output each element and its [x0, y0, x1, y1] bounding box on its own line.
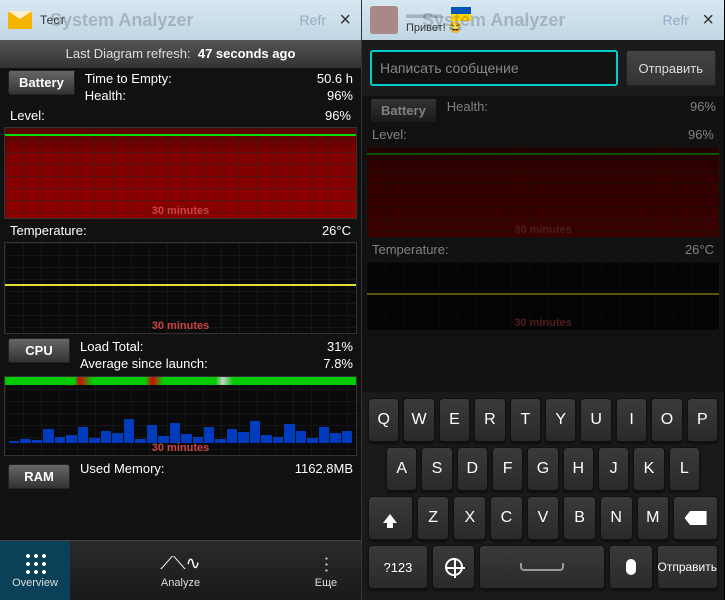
- chat-topbar: System Analyzer ▬▬▬ Привет! 😂 Refr ×: [362, 0, 724, 40]
- time-empty-value: 50.6 h: [317, 70, 353, 87]
- key-j[interactable]: J: [598, 447, 629, 491]
- key-v[interactable]: V: [527, 496, 560, 540]
- battery-tab: Battery: [370, 98, 437, 123]
- load-label: Load Total:: [80, 338, 143, 355]
- avatar: [370, 6, 398, 34]
- key-s[interactable]: S: [421, 447, 452, 491]
- load-value: 31%: [327, 338, 353, 355]
- ram-section: RAM Used Memory: 1162.8MB: [0, 458, 361, 491]
- memory-label: Used Memory:: [80, 460, 165, 477]
- cpu-tab[interactable]: CPU: [8, 338, 70, 363]
- battery-tab[interactable]: Battery: [8, 70, 75, 95]
- cpu-section: CPU Load Total: 31% Average since launch:…: [0, 336, 361, 374]
- key-b[interactable]: B: [563, 496, 596, 540]
- key-shift[interactable]: [368, 496, 413, 540]
- notification-bar: System Analyzer Тест Refr ×: [0, 0, 361, 40]
- key-d[interactable]: D: [457, 447, 488, 491]
- key-g[interactable]: G: [527, 447, 558, 491]
- temperature-value: 26°C: [322, 223, 351, 238]
- avg-value: 7.8%: [323, 355, 353, 372]
- message-input[interactable]: [370, 50, 618, 86]
- battery-section: Battery Time to Empty: 50.6 h Health: 96%: [0, 68, 361, 106]
- right-pane: System Analyzer ▬▬▬ Привет! 😂 Refr × Отп…: [362, 0, 724, 600]
- key-a[interactable]: A: [386, 447, 417, 491]
- left-pane: System Analyzer Тест Refr × Last Diagram…: [0, 0, 362, 600]
- temperature-chart-r: 30 minutes: [366, 261, 720, 331]
- close-icon[interactable]: ×: [339, 9, 351, 32]
- temperature-label: Temperature:: [10, 223, 87, 238]
- mail-icon: [8, 11, 32, 29]
- mic-icon: [626, 559, 636, 575]
- nav-more[interactable]: ⋯Еще: [291, 541, 361, 600]
- key-w[interactable]: W: [403, 398, 434, 442]
- key-y[interactable]: Y: [545, 398, 576, 442]
- key-t[interactable]: T: [510, 398, 541, 442]
- avg-label: Average since launch:: [80, 355, 208, 372]
- cpu-chart: 30 minutes: [4, 376, 357, 456]
- time-empty-label: Time to Empty:: [85, 70, 172, 87]
- key-x[interactable]: X: [453, 496, 486, 540]
- app-title-bg: System Analyzer: [422, 10, 565, 31]
- analyze-icon: ⟋⟍∿: [160, 553, 200, 574]
- key-h[interactable]: H: [563, 447, 594, 491]
- level-label: Level:: [10, 108, 45, 123]
- key-i[interactable]: I: [616, 398, 647, 442]
- send-button[interactable]: Отправить: [626, 50, 716, 86]
- health-value: 96%: [327, 87, 353, 104]
- refresh-hint: Refr: [663, 12, 689, 28]
- nav-analyze[interactable]: ⟋⟍∿Analyze: [70, 541, 291, 600]
- globe-icon: [445, 558, 463, 576]
- grid-icon: [24, 552, 46, 574]
- level-value: 96%: [325, 108, 351, 123]
- key-k[interactable]: K: [633, 447, 664, 491]
- key-send[interactable]: Отправить: [657, 545, 719, 589]
- app-title-bg: System Analyzer: [50, 10, 193, 31]
- close-icon[interactable]: ×: [702, 9, 714, 32]
- key-q[interactable]: Q: [368, 398, 399, 442]
- key-n[interactable]: N: [600, 496, 633, 540]
- key-z[interactable]: Z: [417, 496, 450, 540]
- refresh-strip: Last Diagram refresh: 47 seconds ago: [0, 40, 361, 68]
- more-icon: ⋯: [316, 555, 337, 571]
- backspace-icon: [685, 511, 707, 525]
- keyboard: QWERTYUIOP ASDFGHJKL ZXCVBNM ?123 Отправ…: [362, 392, 724, 600]
- memory-value: 1162.8MB: [295, 460, 353, 477]
- key-m[interactable]: M: [637, 496, 670, 540]
- compose-bar: Отправить: [362, 40, 724, 96]
- bottom-nav: Overview ⟋⟍∿Analyze ⋯Еще: [0, 540, 361, 600]
- key-e[interactable]: E: [439, 398, 470, 442]
- key-l[interactable]: L: [669, 447, 700, 491]
- key-symbols[interactable]: ?123: [368, 545, 428, 589]
- battery-chart: 30 minutes: [4, 127, 357, 219]
- key-c[interactable]: C: [490, 496, 523, 540]
- shift-icon: [383, 514, 397, 523]
- key-u[interactable]: U: [580, 398, 611, 442]
- battery-chart-r: 30 minutes: [366, 146, 720, 238]
- nav-overview[interactable]: Overview: [0, 541, 70, 600]
- key-o[interactable]: O: [651, 398, 682, 442]
- ram-tab[interactable]: RAM: [8, 464, 70, 489]
- key-mic[interactable]: [609, 545, 652, 589]
- key-p[interactable]: P: [687, 398, 718, 442]
- key-r[interactable]: R: [474, 398, 505, 442]
- key-backspace[interactable]: [673, 496, 718, 540]
- temperature-chart: 30 minutes: [4, 242, 357, 334]
- key-space[interactable]: [479, 545, 605, 589]
- refresh-hint: Refr: [300, 12, 326, 28]
- key-f[interactable]: F: [492, 447, 523, 491]
- key-globe[interactable]: [432, 545, 475, 589]
- health-label: Health:: [85, 87, 126, 104]
- battery-section-r: Battery Health:96%: [362, 96, 724, 125]
